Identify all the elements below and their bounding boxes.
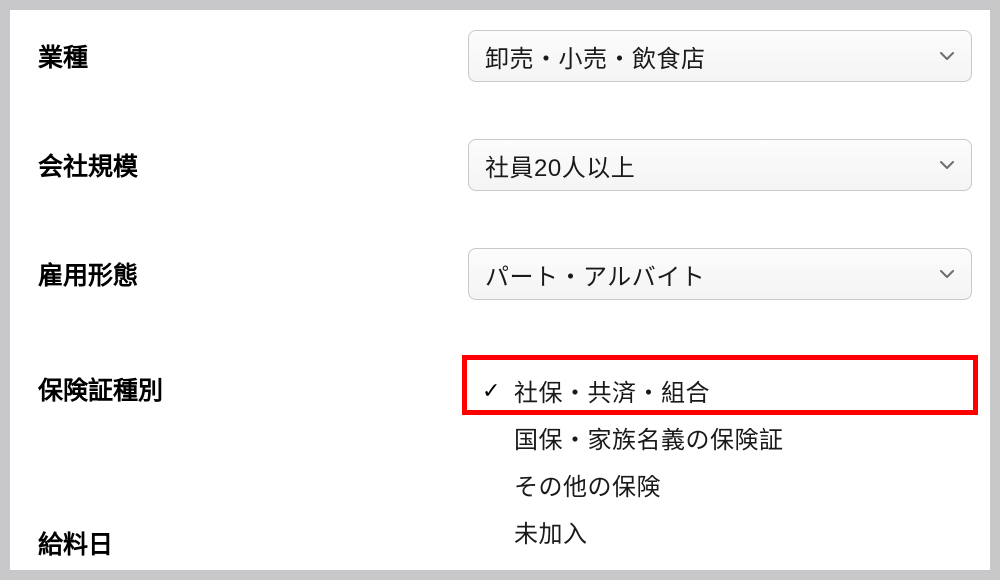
label-industry: 業種: [38, 38, 468, 74]
dropdown-list: ✓ 社保・共済・組合 国保・家族名義の保険証 その他の保険 未加入: [468, 357, 972, 565]
row-employment-type: 雇用形態 パート・アルバイト: [38, 248, 972, 300]
row-industry: 業種 卸売・小売・飲食店: [38, 30, 972, 82]
option-text: 社保・共済・組合: [514, 373, 710, 408]
dropdown-insurance-type: ✓ 社保・共済・組合 国保・家族名義の保険証 その他の保険 未加入: [468, 357, 972, 565]
select-value-employment-type: パート・アルバイト: [485, 257, 705, 292]
select-industry[interactable]: 卸売・小売・飲食店: [468, 30, 972, 82]
select-company-size[interactable]: 社員20人以上: [468, 139, 972, 191]
row-company-size: 会社規模 社員20人以上: [38, 139, 972, 191]
form-panel: 業種 卸売・小売・飲食店 会社規模 社員20人以上 雇用形態: [10, 10, 990, 570]
label-employment-type: 雇用形態: [38, 256, 468, 292]
option-text: 国保・家族名義の保険証: [514, 420, 784, 455]
check-icon: ✓: [478, 380, 514, 402]
dropdown-option-other[interactable]: その他の保険: [468, 461, 972, 508]
bottom-crop: [10, 540, 990, 570]
label-insurance-type: 保険証種別: [38, 357, 468, 407]
select-wrapper-company-size: 社員20人以上: [468, 139, 972, 191]
select-value-industry: 卸売・小売・飲食店: [485, 39, 706, 74]
chevron-down-icon: [937, 264, 957, 284]
chevron-down-icon: [937, 46, 957, 66]
select-value-company-size: 社員20人以上: [485, 148, 635, 183]
label-company-size: 会社規模: [38, 147, 468, 183]
select-wrapper-industry: 卸売・小売・飲食店: [468, 30, 972, 82]
chevron-down-icon: [937, 155, 957, 175]
select-wrapper-employment-type: パート・アルバイト: [468, 248, 972, 300]
select-employment-type[interactable]: パート・アルバイト: [468, 248, 972, 300]
dropdown-option-shaho[interactable]: ✓ 社保・共済・組合: [468, 367, 972, 414]
option-text: その他の保険: [514, 467, 661, 502]
dropdown-option-kokuho[interactable]: 国保・家族名義の保険証: [468, 414, 972, 461]
